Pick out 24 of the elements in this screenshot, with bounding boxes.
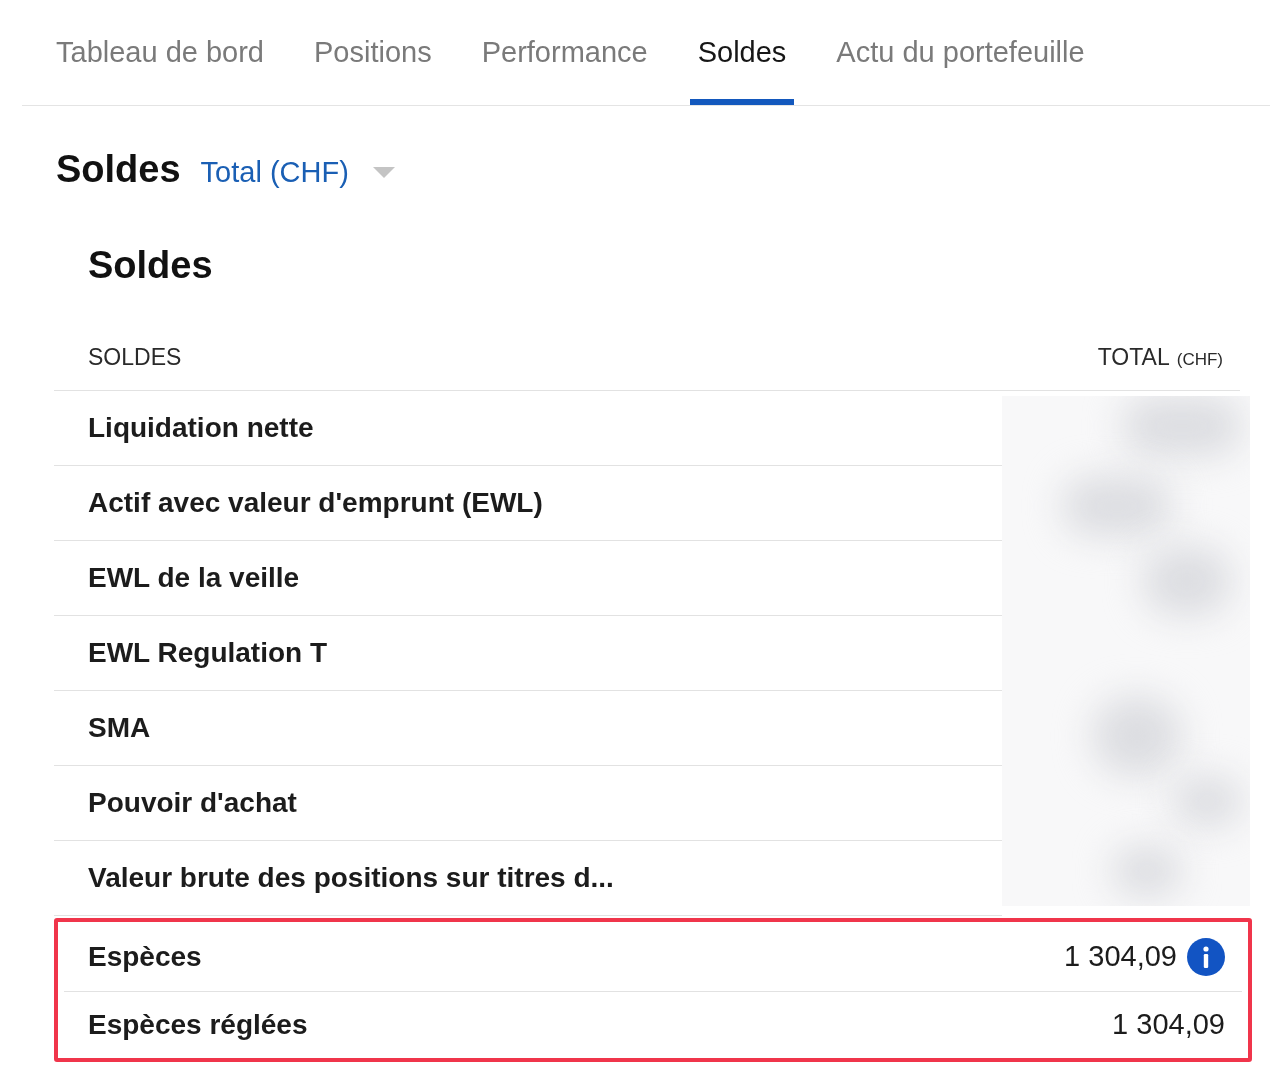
caret-icon xyxy=(372,167,395,179)
row-label: Actif avec valeur d'emprunt (EWL) xyxy=(88,486,543,520)
page-title: Soldes xyxy=(56,147,181,192)
row-label: Pouvoir d'achat xyxy=(88,786,297,820)
column-header: SOLDES xyxy=(88,343,182,373)
row-label: Liquidation nette xyxy=(88,411,314,445)
row-label: Valeur brute des positions sur titres d... xyxy=(88,861,614,895)
row-label: Espèces réglées xyxy=(88,1008,308,1042)
tab[interactable]: Performance xyxy=(473,0,656,105)
row-label: EWL de la veille xyxy=(88,561,300,595)
tab[interactable]: Tableau de bord xyxy=(48,0,272,105)
row-label: EWL Regulation T xyxy=(88,636,328,670)
row-label: Espèces xyxy=(88,939,202,974)
info-icon[interactable] xyxy=(1187,937,1225,976)
total-dropdown[interactable]: Total (CHF) xyxy=(200,151,395,195)
section-title: Soldes xyxy=(88,242,213,288)
currency-unit: (CHF) xyxy=(1176,349,1223,372)
tab[interactable]: Positions xyxy=(306,0,440,105)
amount-value: 1 304,09 xyxy=(1112,1007,1225,1043)
row-label: SMA xyxy=(88,711,151,745)
tab[interactable]: Actu du portefeuille xyxy=(828,0,1093,105)
tab[interactable]: Soldes xyxy=(689,0,795,105)
column-header: TOTAL xyxy=(1097,343,1170,373)
amount-value: 1 304,09 xyxy=(1064,938,1177,974)
